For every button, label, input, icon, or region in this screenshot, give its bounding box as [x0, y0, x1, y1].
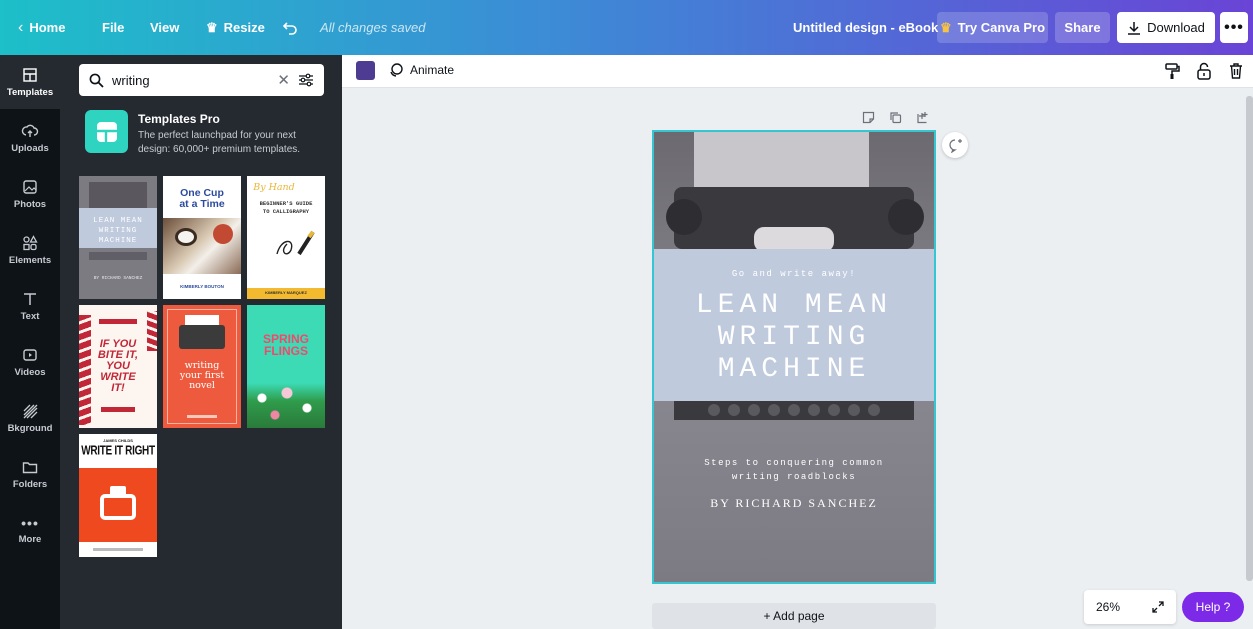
templates-icon — [23, 68, 37, 82]
home-button[interactable]: ‹ Home — [18, 19, 65, 37]
duplicate-page-icon[interactable] — [889, 111, 902, 124]
template-title: WRITE IT RIGHT — [81, 444, 155, 459]
template-title: BEGINNER'S GUIDE TO CALLIGRAPHY — [259, 200, 313, 215]
templates-panel: ✕ Templates Pro The perfect launchpad fo… — [60, 55, 342, 629]
template-title: LEAN MEAN WRITING MACHINE — [93, 217, 143, 245]
file-menu[interactable]: File — [102, 20, 124, 35]
page-subtitle-line-2[interactable]: writing roadblocks — [654, 472, 934, 482]
unlock-icon — [1197, 62, 1211, 80]
photo-icon — [23, 180, 37, 194]
template-author: JAMES CHILDS — [103, 438, 133, 443]
design-page[interactable]: Go and write away! LEAN MEAN WRITING MAC… — [652, 130, 936, 584]
search-input[interactable] — [112, 72, 270, 88]
template-thumbnail[interactable]: JAMES CHILDS WRITE IT RIGHT — [79, 434, 157, 557]
color-swatch[interactable] — [356, 61, 375, 80]
rail-item-photos[interactable]: Photos — [0, 167, 60, 221]
animate-icon — [390, 63, 403, 77]
template-script-title: By Hand — [253, 182, 295, 193]
shapes-icon — [23, 235, 38, 251]
editor-scrollbar[interactable] — [1246, 96, 1253, 581]
add-page-button[interactable]: + Add page — [652, 603, 936, 629]
document-title[interactable]: Untitled design - eBook — [793, 20, 938, 35]
crown-icon: ♛ — [939, 19, 952, 35]
template-thumbnail[interactable]: LEAN MEAN WRITING MACHINE BY RICHARD SAN… — [79, 176, 157, 299]
top-bar: ‹ Home File View ♛ Resize All changes sa… — [0, 0, 1253, 55]
rail-item-elements[interactable]: Elements — [0, 223, 60, 277]
more-icon: ••• — [21, 515, 39, 531]
left-rail: Templates Uploads Photos Elements Text V… — [0, 55, 60, 629]
try-canva-pro-button[interactable]: ♛ Try Canva Pro — [937, 12, 1048, 43]
template-author: BY RICHARD SANCHEZ — [93, 276, 143, 281]
trash-icon — [1230, 63, 1242, 79]
page-tagline[interactable]: Go and write away! — [654, 269, 934, 279]
canva-editor: ‹ Home File View ♛ Resize All changes sa… — [0, 0, 1253, 629]
template-author: KIMBERLY MARQUEZ — [265, 290, 307, 295]
template-title: writing your first novel — [179, 360, 225, 391]
rail-item-folders[interactable]: Folders — [0, 447, 60, 501]
add-comment-button[interactable] — [942, 132, 968, 158]
template-thumbnail[interactable]: One Cup at a Time KIMBERLY BOUTON — [163, 176, 241, 299]
rail-item-templates[interactable]: Templates — [0, 55, 60, 109]
chevron-left-icon: ‹ — [18, 18, 24, 36]
undo-button[interactable] — [282, 20, 298, 36]
video-icon — [23, 349, 37, 361]
filter-sliders-icon[interactable] — [298, 73, 314, 87]
clear-search-icon[interactable]: ✕ — [277, 71, 290, 89]
template-thumbnail[interactable]: writing your first novel — [163, 305, 241, 428]
search-icon — [89, 73, 104, 88]
background-icon — [23, 404, 38, 419]
page-title-line-2[interactable]: WRITING — [654, 322, 934, 353]
page-subtitle-line-1[interactable]: Steps to conquering common — [654, 458, 934, 468]
template-search-box: ✕ — [79, 64, 324, 96]
rail-item-uploads[interactable]: Uploads — [0, 111, 60, 165]
view-menu[interactable]: View — [150, 20, 179, 35]
copy-style-button[interactable] — [1162, 61, 1182, 81]
add-page-icon[interactable] — [916, 111, 929, 124]
rail-item-more[interactable]: ••• More — [0, 503, 60, 557]
text-icon — [24, 293, 36, 305]
rail-item-background[interactable]: Bkground — [0, 391, 60, 445]
folder-icon — [22, 462, 38, 474]
template-title: One Cup at a Time — [179, 187, 225, 210]
page-notes-icon[interactable] — [862, 111, 875, 124]
delete-button[interactable] — [1226, 61, 1246, 81]
paint-roller-icon — [1165, 63, 1180, 79]
template-thumbnail[interactable]: By Hand BEGINNER'S GUIDE TO CALLIGRAPHY … — [247, 176, 325, 299]
templates-pro-promo[interactable]: Templates Pro The perfect launchpad for … — [85, 110, 335, 160]
promo-text: The perfect launchpad for your next desi… — [138, 130, 301, 155]
animate-button[interactable]: Animate — [388, 62, 454, 78]
promo-title: Templates Pro — [138, 112, 220, 126]
page-actions — [862, 111, 929, 124]
templates-pro-logo — [85, 110, 128, 153]
page-author[interactable]: BY RICHARD SANCHEZ — [654, 496, 934, 511]
rail-item-text[interactable]: Text — [0, 279, 60, 333]
pen-illustration-icon — [276, 230, 315, 256]
template-title: SPRING FLINGS — [262, 332, 309, 358]
lock-button[interactable] — [1194, 61, 1214, 81]
more-options-button[interactable]: ••• — [1220, 12, 1248, 43]
crown-icon: ♛ — [206, 19, 218, 35]
undo-icon — [282, 21, 297, 35]
page-title-line-3[interactable]: MACHINE — [654, 354, 934, 385]
editor-toolbar: Animate — [342, 55, 1253, 88]
share-button[interactable]: Share — [1055, 12, 1110, 43]
zoom-level[interactable]: 26% — [1096, 600, 1120, 614]
save-status: All changes saved — [320, 20, 426, 35]
rail-item-videos[interactable]: Videos — [0, 335, 60, 389]
template-thumbnail[interactable]: SPRING FLINGS — [247, 305, 325, 428]
download-icon — [1128, 21, 1141, 35]
page-title-line-1[interactable]: LEAN MEAN — [654, 290, 934, 321]
template-author: KIMBERLY BOUTON — [180, 284, 224, 289]
download-button[interactable]: Download — [1117, 12, 1215, 43]
resize-button[interactable]: ♛ Resize — [206, 20, 265, 36]
zoom-control[interactable]: 26% — [1084, 590, 1176, 624]
upload-cloud-icon — [21, 124, 39, 137]
template-title: IF YOU BITE IT, YOU WRITE IT! — [97, 338, 139, 394]
template-thumbnail[interactable]: IF YOU BITE IT, YOU WRITE IT! — [79, 305, 157, 428]
comment-icon — [948, 138, 962, 153]
fullscreen-icon[interactable] — [1152, 601, 1164, 613]
help-button[interactable]: Help ? — [1182, 592, 1244, 622]
